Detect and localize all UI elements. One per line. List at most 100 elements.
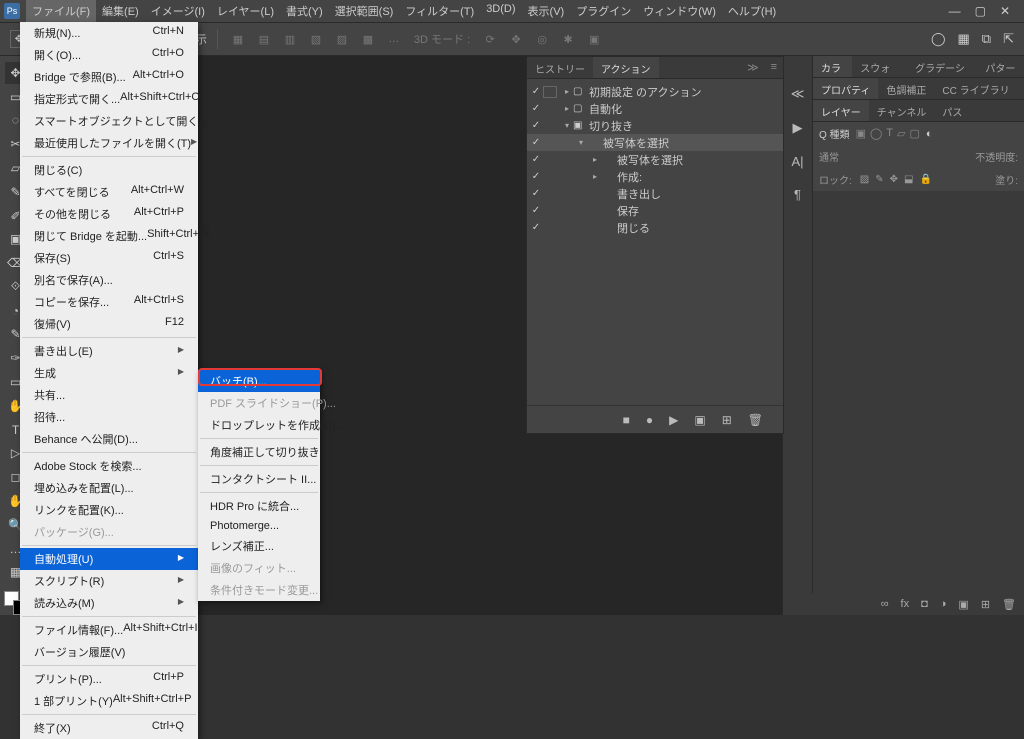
file-menu-item[interactable]: リンクを配置(K)... — [20, 499, 198, 521]
layers-list[interactable] — [813, 191, 1024, 615]
panel-tab[interactable]: プロパティ — [813, 78, 878, 99]
file-menu-item[interactable]: 閉じる(C) — [20, 159, 198, 181]
menu-i[interactable]: イメージ(I) — [145, 0, 211, 22]
lock-icon[interactable]: ⬓ — [904, 174, 913, 185]
file-menu-item[interactable]: その他を閉じるAlt+Ctrl+P — [20, 203, 198, 225]
menu-e[interactable]: 編集(E) — [96, 0, 145, 22]
automate-menu-item[interactable]: Photomerge... — [198, 517, 320, 535]
action-dialog-toggle[interactable] — [543, 86, 557, 98]
window-close-button[interactable]: ✕ — [1000, 4, 1010, 18]
action-tree-row[interactable]: ✓▸作成: — [527, 168, 783, 185]
action-check-icon[interactable]: ✓ — [529, 188, 543, 199]
dock-icon[interactable]: ¶ — [794, 187, 801, 202]
file-menu-item[interactable]: パッケージ(G)... — [20, 521, 198, 543]
file-menu-item[interactable]: 指定形式で開く...Alt+Shift+Ctrl+O — [20, 88, 198, 110]
actions-footer-button[interactable]: 🗑 — [748, 413, 763, 427]
align-button[interactable]: ▩ — [358, 29, 378, 49]
3d-mode-button[interactable]: ✱ — [558, 29, 578, 49]
action-check-icon[interactable]: ✓ — [529, 120, 543, 131]
align-button[interactable]: ▤ — [254, 29, 274, 49]
action-tree-row[interactable]: ✓▸▢初期設定 のアクション — [527, 83, 783, 100]
file-menu-item[interactable]: スマートオブジェクトとして開く... — [20, 110, 198, 132]
dock-icon[interactable]: A| — [791, 154, 803, 169]
layer-filter-kind[interactable]: Q 種類 — [819, 126, 850, 141]
panel-tab[interactable]: CC ライブラリ — [934, 78, 1017, 99]
menu-l[interactable]: レイヤー(L) — [211, 0, 280, 22]
file-menu-item[interactable]: 招待... — [20, 406, 198, 428]
align-button[interactable]: ▧ — [306, 29, 326, 49]
optbar-right-icon[interactable]: ⧉ — [982, 31, 991, 47]
action-check-icon[interactable]: ✓ — [529, 205, 543, 216]
file-menu-item[interactable]: すべてを閉じるAlt+Ctrl+W — [20, 181, 198, 203]
caret-icon[interactable]: ▸ — [561, 87, 573, 96]
automate-menu-item[interactable]: 角度補正して切り抜き — [198, 441, 320, 463]
actions-footer-button[interactable]: ▣ — [694, 413, 705, 427]
lock-icon[interactable]: ▨ — [860, 174, 869, 185]
actions-footer-button[interactable]: ● — [646, 413, 653, 427]
automate-menu-item[interactable]: ドロップレットを作成(C)... — [198, 414, 320, 436]
action-check-icon[interactable]: ✓ — [529, 137, 543, 148]
file-menu-item[interactable]: 埋め込みを配置(L)... — [20, 477, 198, 499]
action-tree-row[interactable]: ✓▾被写体を選択 — [527, 134, 783, 151]
layer-filter-icon[interactable]: ◯ — [870, 127, 882, 140]
action-tree-row[interactable]: ✓▸被写体を選択 — [527, 151, 783, 168]
optbar-right-icon[interactable]: ▦ — [958, 31, 970, 47]
layer-footer-button[interactable]: ◑ — [940, 598, 947, 610]
file-menu-item[interactable]: Adobe Stock を検索... — [20, 455, 198, 477]
caret-icon[interactable]: ▸ — [589, 172, 601, 181]
optbar-right-icon[interactable]: ⇱ — [1003, 31, 1014, 47]
action-check-icon[interactable]: ✓ — [529, 171, 543, 182]
actions-footer-button[interactable]: ▶ — [669, 413, 678, 427]
file-menu-item[interactable]: バージョン履歴(V) — [20, 641, 198, 663]
file-menu-item[interactable]: 別名で保存(A)... — [20, 269, 198, 291]
automate-menu-item[interactable]: HDR Pro に統合... — [198, 495, 320, 517]
file-menu-item[interactable]: コピーを保存...Alt+Ctrl+S — [20, 291, 198, 313]
file-menu-item[interactable]: 開く(O)...Ctrl+O — [20, 44, 198, 66]
tab-actions[interactable]: アクション — [593, 57, 659, 78]
actions-footer-button[interactable]: ⊞ — [722, 413, 732, 427]
window-maximize-button[interactable]: ▢ — [975, 4, 986, 18]
menu-v[interactable]: 表示(V) — [522, 0, 571, 22]
file-menu-item[interactable]: 生成 — [20, 362, 198, 384]
caret-icon[interactable]: ▸ — [589, 155, 601, 164]
automate-menu-item[interactable]: バッチ(B)... — [198, 370, 320, 392]
panel-tab[interactable]: グラデーション — [907, 56, 977, 77]
panel-tab[interactable]: カラー — [813, 56, 852, 77]
3d-mode-button[interactable]: ⟳ — [480, 29, 500, 49]
layer-footer-button[interactable]: ▣ — [958, 598, 968, 611]
automate-menu-item[interactable]: 条件付きモード変更... — [198, 579, 320, 601]
lock-icon[interactable]: 🔒 — [919, 174, 931, 185]
file-menu-item[interactable]: 保存(S)Ctrl+S — [20, 247, 198, 269]
menu-h[interactable]: ヘルプ(H) — [722, 0, 782, 22]
action-tree-row[interactable]: ✓閉じる — [527, 219, 783, 236]
file-menu-item[interactable]: スクリプト(R) — [20, 570, 198, 592]
menu-t[interactable]: フィルター(T) — [399, 0, 480, 22]
file-menu-item[interactable]: 新規(N)...Ctrl+N — [20, 22, 198, 44]
file-menu-item[interactable]: 書き出し(E) — [20, 340, 198, 362]
file-menu-item[interactable]: ファイル情報(F)...Alt+Shift+Ctrl+I — [20, 619, 198, 641]
action-tree-row[interactable]: ✓▸▢自動化 — [527, 100, 783, 117]
lock-icon[interactable]: ✎ — [875, 174, 883, 185]
action-check-icon[interactable]: ✓ — [529, 154, 543, 165]
panel-tab[interactable]: チャンネル — [869, 100, 935, 121]
file-menu-item[interactable]: 最近使用したファイルを開く(T) — [20, 132, 198, 154]
automate-menu-item[interactable]: 画像のフィット... — [198, 557, 320, 579]
actions-footer-button[interactable]: ■ — [623, 413, 630, 427]
layer-filter-icon[interactable]: T — [886, 127, 893, 140]
panel-collapse-button[interactable]: ≫ — [741, 57, 765, 78]
action-check-icon[interactable]: ✓ — [529, 103, 543, 114]
file-menu-item[interactable]: 読み込み(M) — [20, 592, 198, 614]
layer-footer-button[interactable]: fx — [901, 598, 910, 610]
dock-icon[interactable]: ▶ — [793, 120, 803, 136]
panel-tab[interactable]: 色調補正 — [878, 78, 934, 99]
file-menu-item[interactable]: プリント(P)...Ctrl+P — [20, 668, 198, 690]
layer-footer-button[interactable]: 🗑 — [1002, 598, 1016, 611]
file-menu-item[interactable]: 閉じて Bridge を起動...Shift+Ctrl+W — [20, 225, 198, 247]
layer-footer-button[interactable]: ⊞ — [981, 598, 990, 611]
automate-menu-item[interactable]: コンタクトシート II... — [198, 468, 320, 490]
3d-mode-button[interactable]: ✥ — [506, 29, 526, 49]
file-menu-item[interactable]: 共有... — [20, 384, 198, 406]
file-menu-item[interactable]: 終了(X)Ctrl+Q — [20, 717, 198, 739]
menu-f[interactable]: ファイル(F) — [26, 0, 96, 22]
menu-w[interactable]: ウィンドウ(W) — [637, 0, 722, 22]
